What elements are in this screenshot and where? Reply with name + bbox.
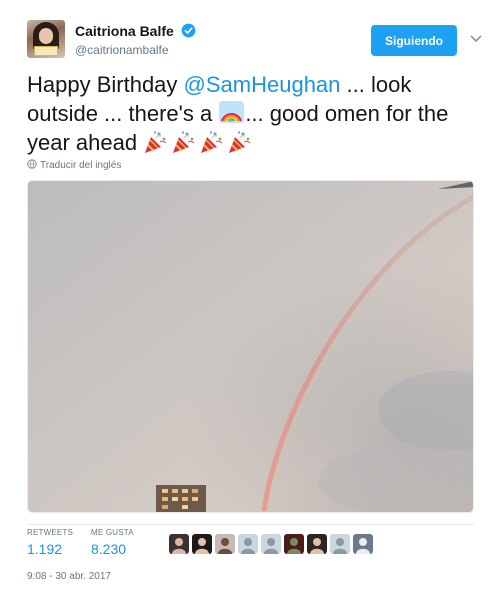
chevron-down-icon[interactable] bbox=[469, 34, 483, 44]
tweet-text-segment: Happy Birthday bbox=[27, 72, 184, 97]
party-popper-icon bbox=[229, 131, 251, 153]
retweets-label: RETWEETS bbox=[27, 528, 74, 537]
retweets-count[interactable]: 1.192 bbox=[27, 541, 73, 557]
tweet-text: Happy Birthday @SamHeughan ... look outs… bbox=[27, 70, 479, 157]
tweet-photo[interactable] bbox=[27, 180, 474, 513]
author-handle[interactable]: @caitrionambalfe bbox=[75, 43, 196, 57]
author-avatar[interactable] bbox=[27, 20, 65, 58]
liker-avatar-1[interactable] bbox=[169, 534, 189, 554]
rainbow-sky-photo bbox=[28, 181, 473, 512]
likes-label: ME GUSTA bbox=[91, 528, 134, 537]
following-button[interactable]: Siguiendo bbox=[371, 25, 457, 56]
tweet-stats: RETWEETS 1.192 ME GUSTA 8.230 bbox=[27, 524, 474, 560]
translate-link[interactable]: Traducir del inglés bbox=[27, 159, 121, 171]
liker-avatar-4[interactable] bbox=[238, 534, 258, 554]
liker-avatar-8[interactable] bbox=[330, 534, 350, 554]
liker-avatar-7[interactable] bbox=[307, 534, 327, 554]
tweet-timestamp[interactable]: 9:08 - 30 abr. 2017 bbox=[27, 571, 111, 582]
party-popper-icon bbox=[201, 131, 223, 153]
author-name-block[interactable]: Caitriona Balfe @caitrionambalfe bbox=[75, 22, 196, 57]
liker-avatar-3[interactable] bbox=[215, 534, 235, 554]
party-popper-group bbox=[143, 130, 255, 155]
liker-avatar-2[interactable] bbox=[192, 534, 212, 554]
verified-badge-icon bbox=[181, 23, 196, 38]
tweet-header: Caitriona Balfe @caitrionambalfe Siguien… bbox=[27, 20, 487, 60]
translate-label: Traducir del inglés bbox=[40, 160, 122, 171]
mention-link[interactable]: @SamHeughan bbox=[184, 72, 341, 97]
liker-avatar-6[interactable] bbox=[284, 534, 304, 554]
globe-icon bbox=[27, 159, 37, 169]
liker-avatar-5[interactable] bbox=[261, 534, 281, 554]
party-popper-icon bbox=[145, 131, 167, 153]
liker-avatar-9[interactable] bbox=[353, 534, 373, 554]
likes-count[interactable]: 8.230 bbox=[91, 541, 134, 557]
rainbow-emoji-icon bbox=[219, 101, 245, 123]
likes-stat[interactable]: ME GUSTA 8.230 bbox=[91, 528, 134, 557]
party-popper-icon bbox=[173, 131, 195, 153]
retweets-stat[interactable]: RETWEETS 1.192 bbox=[27, 528, 73, 557]
author-display-name[interactable]: Caitriona Balfe bbox=[75, 23, 174, 39]
